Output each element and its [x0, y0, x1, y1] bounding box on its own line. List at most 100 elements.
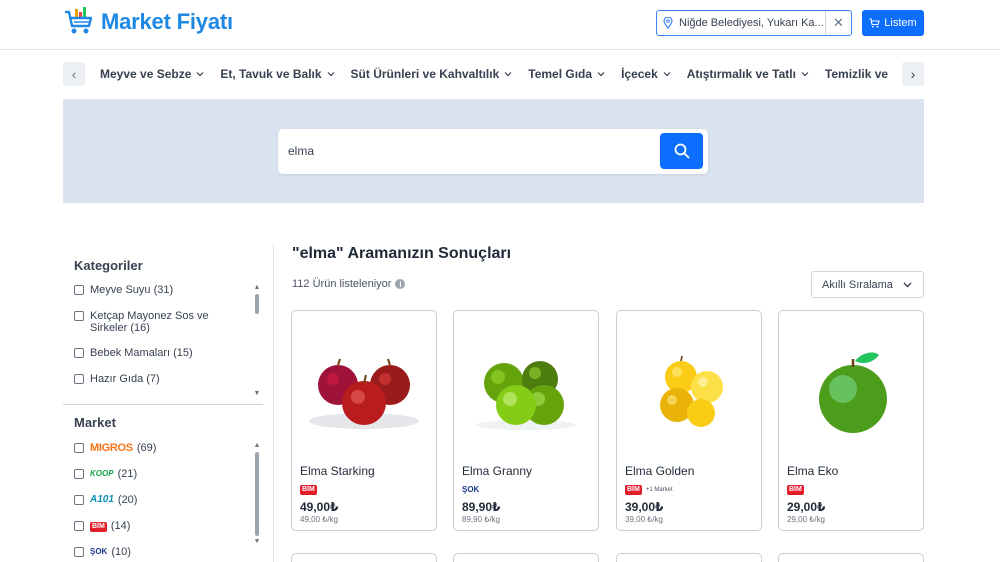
apple-image: [309, 358, 419, 429]
checkbox[interactable]: [74, 374, 84, 384]
chevron-down-icon: [663, 72, 671, 77]
product-price: 29,00₺: [787, 500, 826, 514]
category-filter-item[interactable]: Hazır Gıda (7): [74, 373, 244, 393]
category-nav-item[interactable]: İçecek: [621, 67, 671, 81]
listem-label: Listem: [884, 17, 917, 29]
category-nav-item[interactable]: Temel Gıda: [528, 67, 605, 81]
checkbox[interactable]: [74, 469, 84, 479]
koop-logo: KOOP: [90, 469, 114, 478]
checkbox[interactable]: [74, 547, 84, 557]
info-icon[interactable]: i: [395, 279, 406, 289]
product-name: Elma Granny: [462, 464, 533, 478]
category-filter-item[interactable]: Ketçap Mayonez Sos ve Sirkeler (16): [74, 310, 234, 347]
market-scrollbar[interactable]: ▲ ▼: [253, 442, 261, 546]
bim-logo: BİM: [90, 522, 107, 532]
category-filter-list: Meyve Suyu (31) Ketçap Mayonez Sos ve Si…: [74, 284, 244, 393]
product-card-partial[interactable]: [616, 553, 762, 562]
scroll-up-icon[interactable]: ▲: [253, 442, 261, 450]
category-nav-item[interactable]: Et, Tavuk ve Balık: [220, 67, 334, 81]
chevron-down-icon: [196, 72, 204, 77]
scroll-up-icon[interactable]: ▲: [253, 284, 261, 292]
chevron-down-icon: [597, 72, 605, 77]
scroll-down-icon[interactable]: ▼: [253, 390, 261, 398]
category-nav: ‹ Meyve ve Sebze Et, Tavuk ve Balık Süt Ür…: [63, 62, 924, 88]
logo-text: Market Fiyatı: [101, 9, 233, 34]
extra-market: +1 Market: [645, 487, 673, 493]
a101-logo: A101: [90, 494, 114, 505]
category-nav-item[interactable]: Atıştırmalık ve Tatlı: [687, 67, 809, 81]
chevron-right-icon: ›: [910, 66, 916, 82]
unit-price: 39,00 ₺/kg: [625, 515, 664, 524]
chevron-down-icon: [327, 72, 334, 77]
checkbox[interactable]: [74, 311, 84, 321]
bim-logo: BİM: [787, 485, 804, 495]
scroll-thumb[interactable]: [255, 294, 259, 314]
search-input[interactable]: elma: [288, 144, 314, 158]
sok-logo: ŞOK: [462, 485, 480, 494]
product-price: 89,90₺: [462, 500, 501, 514]
market-filter-item[interactable]: ŞOK (10): [74, 546, 244, 558]
chevron-down-icon: [903, 282, 912, 287]
migros-logo: MIGROS: [90, 442, 133, 454]
product-name: Elma Golden: [625, 464, 695, 478]
product-name: Elma Eko: [787, 464, 839, 478]
location-text: Niğde Belediyesi, Yukarı Ka...: [679, 17, 824, 29]
category-nav-item[interactable]: Süt Ürünleri ve Kahvaltılık: [351, 67, 513, 81]
clear-location-icon[interactable]: ✕: [825, 11, 851, 35]
product-market: ŞOK: [462, 485, 479, 494]
checkbox[interactable]: [74, 285, 84, 295]
product-price: 49,00₺: [300, 500, 339, 514]
category-nav-item[interactable]: Temizlik ve: [825, 67, 888, 81]
product-market: BİM: [300, 485, 317, 495]
scroll-thumb[interactable]: [255, 452, 259, 536]
category-scrollbar[interactable]: ▲ ▼: [253, 284, 261, 398]
categories-title: Kategoriler: [74, 258, 143, 273]
market-title: Market: [74, 415, 116, 430]
product-card[interactable]: Elma Golden BİM +1 Market 39,00₺ 39,00 ₺/…: [616, 310, 762, 531]
logo[interactable]: Market Fiyatı: [63, 6, 233, 38]
location-selector[interactable]: Niğde Belediyesi, Yukarı Ka... ✕: [656, 10, 852, 36]
nav-prev-button[interactable]: ‹: [63, 62, 85, 86]
market-filter-item[interactable]: A101 (20): [74, 494, 244, 520]
divider: [63, 404, 263, 405]
apple-image: [819, 352, 887, 433]
search-button[interactable]: [660, 133, 703, 169]
bim-logo: BİM: [300, 485, 317, 495]
unit-price: 49,00 ₺/kg: [300, 515, 339, 524]
listem-button[interactable]: Listem: [862, 10, 924, 36]
sort-select[interactable]: Akıllı Sıralama: [811, 271, 924, 298]
product-name: Elma Starking: [300, 464, 375, 478]
market-filter-item[interactable]: BİM (14): [74, 520, 244, 546]
search-banner: elma: [63, 99, 924, 203]
category-nav-item[interactable]: Meyve ve Sebze: [100, 67, 204, 81]
apple-image: [660, 355, 723, 427]
checkbox[interactable]: [74, 495, 84, 505]
chevron-left-icon: ‹: [71, 66, 77, 82]
unit-price: 89,90 ₺/kg: [462, 515, 501, 524]
product-card-partial[interactable]: [291, 553, 437, 562]
product-card[interactable]: Elma Eko BİM 29,00₺ 29,00 ₺/kg: [778, 310, 924, 531]
product-card-partial[interactable]: [778, 553, 924, 562]
scroll-down-icon[interactable]: ▼: [253, 538, 261, 546]
product-card-partial[interactable]: [453, 553, 599, 562]
shopping-cart-logo-icon: [65, 7, 93, 34]
category-filter-item[interactable]: Bebek Mamaları (15): [74, 347, 244, 373]
checkbox[interactable]: [74, 521, 84, 531]
checkbox[interactable]: [74, 443, 84, 453]
cart-icon: [869, 18, 881, 28]
apple-image: [476, 361, 576, 430]
results-title: "elma" Aramanızın Sonuçları: [292, 245, 512, 262]
search-box: elma: [278, 129, 708, 174]
market-filter-item[interactable]: MIGROS (69): [74, 442, 244, 468]
search-icon: [674, 143, 689, 159]
category-filter-item[interactable]: Meyve Suyu (31): [74, 284, 244, 310]
product-card[interactable]: Elma Granny ŞOK 89,90₺ 89,90 ₺/kg: [453, 310, 599, 531]
product-card[interactable]: Elma Starking BİM 49,00₺ 49,00 ₺/kg: [291, 310, 437, 531]
chevron-down-icon: [801, 72, 809, 77]
chevron-down-icon: [504, 72, 512, 77]
checkbox[interactable]: [74, 348, 84, 358]
header: Market Fiyatı Niğde Belediyesi, Yukarı K…: [0, 0, 1000, 50]
market-filter-item[interactable]: KOOP (21): [74, 468, 244, 494]
nav-next-button[interactable]: ›: [902, 62, 924, 86]
product-price: 39,00₺: [625, 500, 664, 514]
